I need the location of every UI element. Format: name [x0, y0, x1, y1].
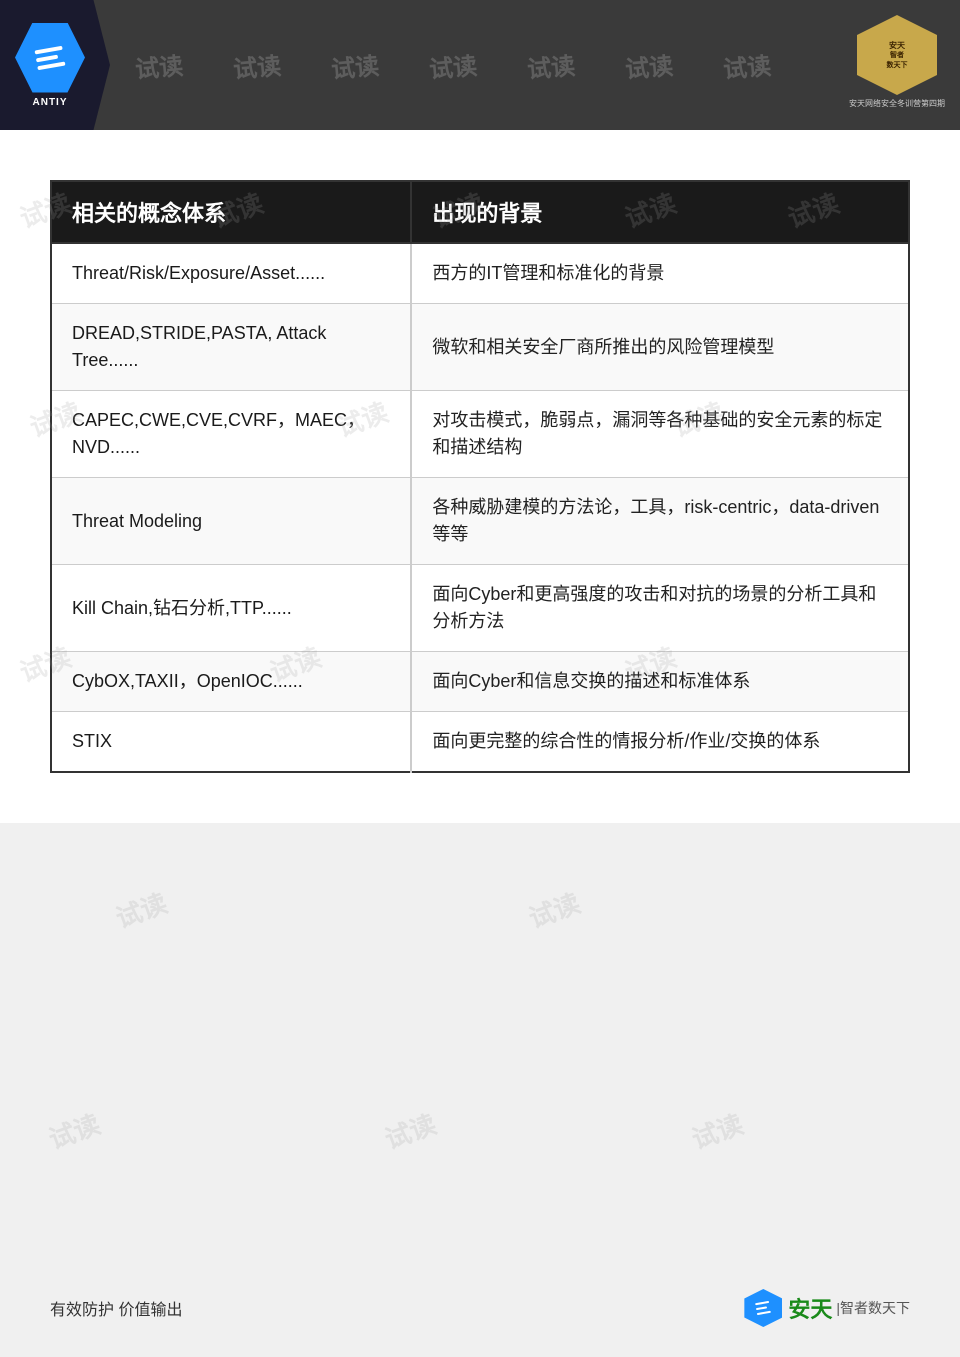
- footer-logo-area: 安天 |智者数天下: [744, 1289, 910, 1327]
- logo-hexagon: [15, 23, 85, 93]
- body-wm-13: 试读: [523, 883, 585, 936]
- header: ANTIY 试读 试读 试读 试读 试读 试读 试读 安天 智者 数天下 安天网…: [0, 0, 960, 130]
- header-wm-7: 试读: [722, 45, 773, 84]
- brand-area: 安天 智者 数天下 安天网络安全冬训营第四期: [849, 15, 945, 109]
- header-wm-5: 试读: [526, 45, 577, 84]
- table-cell-left: Kill Chain,钻石分析,TTP......: [51, 565, 411, 652]
- footer-right: 安天 |智者数天下: [744, 1289, 910, 1327]
- table-cell-left: Threat Modeling: [51, 478, 411, 565]
- table-row: Threat/Risk/Exposure/Asset......西方的IT管理和…: [51, 243, 909, 304]
- table-row: CybOX,TAXII，OpenIOC......面向Cyber和信息交换的描述…: [51, 652, 909, 712]
- header-wm-3: 试读: [330, 45, 381, 84]
- header-wm-4: 试读: [428, 45, 479, 84]
- header-wm-2: 试读: [232, 45, 283, 84]
- table-cell-right: 面向Cyber和更高强度的攻击和对抗的场景的分析工具和分析方法: [411, 565, 909, 652]
- footer-brand-text: 安天 |智者数天下: [788, 1292, 910, 1324]
- concept-table: 相关的概念体系 出现的背景 Threat/Risk/Exposure/Asset…: [50, 180, 910, 773]
- col2-header: 出现的背景: [411, 181, 909, 243]
- body-wm-15: 试读: [379, 1104, 441, 1157]
- table-cell-right: 各种威胁建模的方法论，工具，risk-centric，data-driven等等: [411, 478, 909, 565]
- table-cell-left: CybOX,TAXII，OpenIOC......: [51, 652, 411, 712]
- col1-header: 相关的概念体系: [51, 181, 411, 243]
- table-cell-right: 对攻击模式，脆弱点，漏洞等各种基础的安全元素的标定和描述结构: [411, 391, 909, 478]
- footer-antiy-icon: [744, 1289, 782, 1327]
- header-watermarks: 试读 试读 试读 试读 试读 试读 试读: [110, 0, 860, 130]
- table-row: Kill Chain,钻石分析,TTP......面向Cyber和更高强度的攻击…: [51, 565, 909, 652]
- logo-line-2: [36, 54, 58, 62]
- footer-slogan: 有效防护 价值输出: [50, 1296, 182, 1320]
- table-row: DREAD,STRIDE,PASTA, Attack Tree......微软和…: [51, 304, 909, 391]
- table-cell-left: Threat/Risk/Exposure/Asset......: [51, 243, 411, 304]
- logo-text: ANTIY: [33, 97, 68, 108]
- footer: 有效防护 价值输出 安天 |智者数天下: [0, 1289, 960, 1327]
- brand-line1: 安天: [887, 40, 908, 51]
- table-cell-left: CAPEC,CWE,CVE,CVRF，MAEC，NVD......: [51, 391, 411, 478]
- brand-inner: 安天 智者 数天下: [887, 40, 908, 71]
- body-wm-16: 试读: [686, 1104, 748, 1157]
- logo-line-3: [37, 61, 65, 70]
- logo-line-1: [34, 45, 62, 54]
- table-cell-right: 面向Cyber和信息交换的描述和标准体系: [411, 652, 909, 712]
- logo-lines: [34, 45, 65, 70]
- table-cell-right: 微软和相关安全厂商所推出的风险管理模型: [411, 304, 909, 391]
- table-row: Threat Modeling各种威胁建模的方法论，工具，risk-centri…: [51, 478, 909, 565]
- brand-line2: 智者: [887, 51, 908, 61]
- body-wm-12: 试读: [110, 883, 172, 936]
- logo-area: ANTIY: [0, 0, 110, 130]
- header-wm-6: 试读: [624, 45, 675, 84]
- brand-line3: 数天下: [887, 61, 908, 71]
- body-wm-14: 试读: [43, 1104, 105, 1157]
- table-row: CAPEC,CWE,CVE,CVRF，MAEC，NVD......对攻击模式，脆…: [51, 391, 909, 478]
- table-row: STIX面向更完整的综合性的情报分析/作业/交换的体系: [51, 712, 909, 773]
- header-wm-1: 试读: [134, 45, 185, 84]
- brand-badge: 安天 智者 数天下: [857, 15, 937, 95]
- table-cell-left: STIX: [51, 712, 411, 773]
- table-cell-right: 西方的IT管理和标准化的背景: [411, 243, 909, 304]
- table-cell-right: 面向更完整的综合性的情报分析/作业/交换的体系: [411, 712, 909, 773]
- brand-subtitle: 安天网络安全冬训营第四期: [849, 98, 945, 109]
- table-cell-left: DREAD,STRIDE,PASTA, Attack Tree......: [51, 304, 411, 391]
